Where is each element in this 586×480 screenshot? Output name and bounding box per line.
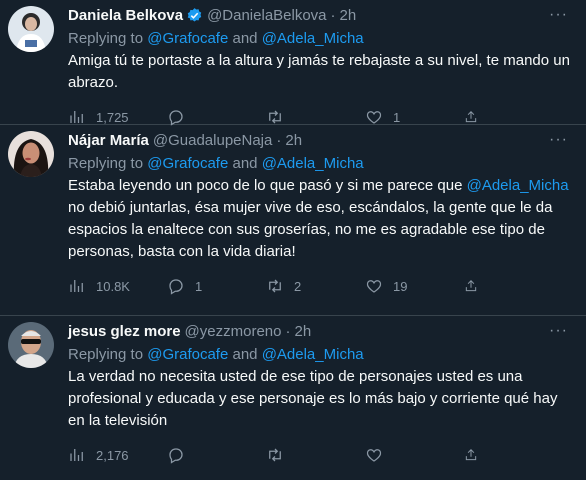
mention-link[interactable]: @Adela_Micha bbox=[262, 30, 364, 47]
retweet-button[interactable]: 2 bbox=[266, 277, 346, 295]
avatar[interactable] bbox=[8, 322, 54, 368]
retweet-button[interactable] bbox=[266, 108, 346, 126]
mention-link[interactable]: @Adela_Micha bbox=[262, 346, 364, 363]
timestamp[interactable]: 2h bbox=[285, 132, 302, 149]
tweet-text-part: Estaba leyendo un poco de lo que pasó y … bbox=[68, 177, 467, 194]
retweet-count: 2 bbox=[294, 278, 302, 294]
like-count: 1 bbox=[393, 109, 401, 125]
verified-badge-icon bbox=[187, 7, 202, 22]
handle[interactable]: @yezzmoreno bbox=[185, 323, 282, 340]
share-icon bbox=[465, 111, 477, 123]
reply-button[interactable]: 1 bbox=[167, 277, 247, 295]
reply-count: 1 bbox=[195, 278, 203, 294]
replying-to-label: Replying to bbox=[68, 155, 148, 172]
share-button[interactable] bbox=[464, 108, 488, 126]
views-icon bbox=[70, 449, 83, 461]
replying-to: Replying to @Grafocafe and @Adela_Micha bbox=[68, 153, 574, 175]
and-label: and bbox=[228, 30, 262, 47]
tweet-3[interactable]: ··· jesus glez more @yezzmoreno · 2h Rep… bbox=[0, 316, 586, 476]
tweet-text: Amiga tú te portaste a la altura y jamás… bbox=[68, 52, 570, 91]
action-bar: 2,176 bbox=[68, 444, 488, 480]
avatar[interactable] bbox=[8, 6, 54, 52]
views-icon bbox=[70, 111, 83, 123]
replying-to: Replying to @Grafocafe and @Adela_Micha bbox=[68, 344, 574, 366]
reply-button[interactable] bbox=[167, 446, 247, 464]
views-count: 2,176 bbox=[96, 447, 129, 463]
display-name[interactable]: Daniela Belkova bbox=[68, 7, 183, 24]
views-count: 1,725 bbox=[96, 109, 129, 125]
mention-link[interactable]: @Adela_Micha bbox=[467, 177, 569, 194]
retweet-icon bbox=[269, 279, 281, 293]
tweet-text: La verdad no necesita usted de ese tipo … bbox=[68, 368, 558, 429]
more-icon[interactable]: ··· bbox=[549, 322, 568, 340]
separator-dot: · bbox=[285, 322, 291, 340]
tweet-header: Nájar María @GuadalupeNaja · 2h bbox=[68, 129, 574, 151]
reply-icon bbox=[169, 279, 183, 295]
handle[interactable]: @GuadalupeNaja bbox=[153, 132, 272, 149]
mention-link[interactable]: @Grafocafe bbox=[147, 346, 228, 363]
tweet-text-part: no debió juntarlas, ésa mujer vive de es… bbox=[68, 199, 553, 260]
reply-button[interactable] bbox=[167, 108, 247, 126]
like-icon bbox=[366, 449, 382, 462]
like-icon bbox=[366, 280, 382, 293]
handle[interactable]: @DanielaBelkova bbox=[207, 7, 326, 24]
retweet-button[interactable] bbox=[266, 446, 346, 464]
like-button[interactable]: 1 bbox=[365, 108, 445, 126]
display-name[interactable]: jesus glez more bbox=[68, 323, 181, 340]
separator-dot: · bbox=[330, 6, 336, 24]
share-button[interactable] bbox=[464, 277, 488, 295]
retweet-icon bbox=[269, 110, 281, 124]
like-button[interactable]: 19 bbox=[365, 277, 445, 295]
reply-icon bbox=[169, 448, 183, 464]
tweet-text: Estaba leyendo un poco de lo que pasó y … bbox=[68, 175, 574, 263]
mention-link[interactable]: @Grafocafe bbox=[147, 155, 228, 172]
share-icon bbox=[465, 449, 477, 461]
tweet-1[interactable]: ··· Daniela Belkova @DanielaBelkova · 2h… bbox=[0, 0, 586, 126]
avatar[interactable] bbox=[8, 131, 54, 177]
replying-to-label: Replying to bbox=[68, 30, 148, 47]
views-count: 10.8K bbox=[96, 278, 130, 294]
like-count: 19 bbox=[393, 278, 408, 294]
like-icon bbox=[366, 111, 382, 124]
views-icon bbox=[70, 280, 83, 292]
retweet-icon bbox=[269, 448, 281, 462]
like-button[interactable] bbox=[365, 446, 445, 464]
tweet-2[interactable]: ··· Nájar María @GuadalupeNaja · 2h Repl… bbox=[0, 125, 586, 316]
views-button[interactable]: 2,176 bbox=[68, 446, 148, 464]
action-bar: 10.8K 1 2 19 bbox=[68, 275, 488, 311]
tweet-header: Daniela Belkova @DanielaBelkova · 2h bbox=[68, 4, 574, 26]
more-icon[interactable]: ··· bbox=[549, 6, 568, 24]
replying-to-label: Replying to bbox=[68, 346, 148, 363]
tweet-header: jesus glez more @yezzmoreno · 2h bbox=[68, 320, 574, 342]
views-button[interactable]: 1,725 bbox=[68, 108, 148, 126]
timestamp[interactable]: 2h bbox=[340, 7, 357, 24]
timestamp[interactable]: 2h bbox=[294, 323, 311, 340]
mention-link[interactable]: @Grafocafe bbox=[147, 30, 228, 47]
mention-link[interactable]: @Adela_Micha bbox=[262, 155, 364, 172]
views-button[interactable]: 10.8K bbox=[68, 277, 148, 295]
share-icon bbox=[465, 280, 477, 292]
and-label: and bbox=[228, 346, 262, 363]
more-icon[interactable]: ··· bbox=[549, 131, 568, 149]
share-button[interactable] bbox=[464, 446, 488, 464]
and-label: and bbox=[228, 155, 262, 172]
reply-icon bbox=[169, 110, 183, 126]
display-name[interactable]: Nájar María bbox=[68, 132, 149, 149]
replying-to: Replying to @Grafocafe and @Adela_Micha bbox=[68, 28, 574, 50]
separator-dot: · bbox=[276, 131, 282, 149]
